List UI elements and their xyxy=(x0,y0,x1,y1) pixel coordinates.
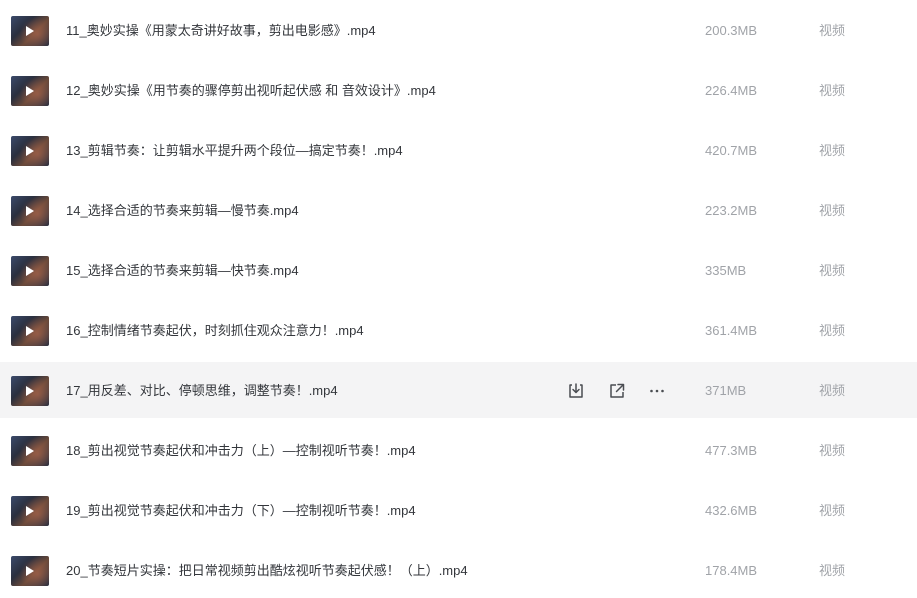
file-name[interactable]: 16_控制情绪节奏起伏，时刻抓住观众注意力！.mp4 xyxy=(66,302,364,360)
file-name[interactable]: 14_选择合适的节奏来剪辑—慢节奏.mp4 xyxy=(66,182,299,240)
file-name[interactable]: 11_奥妙实操《用蒙太奇讲好故事，剪出电影感》.mp4 xyxy=(66,2,376,60)
file-type: 视频 xyxy=(819,23,846,38)
play-icon xyxy=(26,386,34,396)
play-icon xyxy=(26,326,34,336)
file-row[interactable]: 13_剪辑节奏：让剪辑水平提升两个段位—搞定节奏！.mp4 420.7MB 视频 xyxy=(0,122,917,178)
file-row[interactable]: 12_奥妙实操《用节奏的骤停剪出视听起伏感 和 音效设计》.mp4 226.4M… xyxy=(0,62,917,118)
play-icon xyxy=(26,86,34,96)
file-type: 视频 xyxy=(819,563,846,578)
file-size: 335MB xyxy=(705,263,747,278)
share-icon[interactable] xyxy=(607,381,627,401)
file-size: 223.2MB xyxy=(705,203,758,218)
file-type: 视频 xyxy=(819,503,846,518)
file-row[interactable]: 20_节奏短片实操：把日常视频剪出酷炫视听节奏起伏感！（上）.mp4 178.4… xyxy=(0,542,917,598)
play-icon xyxy=(26,146,34,156)
video-thumbnail[interactable] xyxy=(11,496,49,526)
file-type: 视频 xyxy=(819,443,846,458)
file-row[interactable]: 15_选择合适的节奏来剪辑—快节奏.mp4 335MB 视频 xyxy=(0,242,917,298)
file-name[interactable]: 19_剪出视觉节奏起伏和冲击力（下）—控制视听节奏！.mp4 xyxy=(66,482,416,540)
play-icon xyxy=(26,206,34,216)
file-type: 视频 xyxy=(819,203,846,218)
file-size: 178.4MB xyxy=(705,563,758,578)
play-icon xyxy=(26,266,34,276)
file-row[interactable]: 11_奥妙实操《用蒙太奇讲好故事，剪出电影感》.mp4 200.3MB 视频 xyxy=(0,2,917,58)
file-type: 视频 xyxy=(819,323,846,338)
video-thumbnail[interactable] xyxy=(11,376,49,406)
play-icon xyxy=(26,26,34,36)
file-name[interactable]: 13_剪辑节奏：让剪辑水平提升两个段位—搞定节奏！.mp4 xyxy=(66,122,403,180)
video-thumbnail[interactable] xyxy=(11,196,49,226)
file-size: 361.4MB xyxy=(705,323,758,338)
play-icon xyxy=(26,506,34,516)
video-thumbnail[interactable] xyxy=(11,16,49,46)
file-name[interactable]: 20_节奏短片实操：把日常视频剪出酷炫视听节奏起伏感！（上）.mp4 xyxy=(66,542,468,598)
file-name[interactable]: 15_选择合适的节奏来剪辑—快节奏.mp4 xyxy=(66,242,299,300)
video-thumbnail[interactable] xyxy=(11,436,49,466)
video-thumbnail[interactable] xyxy=(11,256,49,286)
file-size: 477.3MB xyxy=(705,443,758,458)
more-icon[interactable] xyxy=(647,381,667,401)
video-thumbnail[interactable] xyxy=(11,136,49,166)
file-size: 371MB xyxy=(705,383,747,398)
file-name[interactable]: 17_用反差、对比、停顿思维，调整节奏！.mp4 xyxy=(66,362,338,420)
video-thumbnail[interactable] xyxy=(11,76,49,106)
file-name[interactable]: 18_剪出视觉节奏起伏和冲击力（上）—控制视听节奏！.mp4 xyxy=(66,422,416,480)
file-row[interactable]: 16_控制情绪节奏起伏，时刻抓住观众注意力！.mp4 361.4MB 视频 xyxy=(0,302,917,358)
file-list: 11_奥妙实操《用蒙太奇讲好故事，剪出电影感》.mp4 200.3MB 视频 1… xyxy=(0,0,917,598)
play-icon xyxy=(26,566,34,576)
file-size: 226.4MB xyxy=(705,83,758,98)
play-icon xyxy=(26,446,34,456)
file-type: 视频 xyxy=(819,83,846,98)
file-type: 视频 xyxy=(819,143,846,158)
file-name[interactable]: 12_奥妙实操《用节奏的骤停剪出视听起伏感 和 音效设计》.mp4 xyxy=(66,62,436,120)
file-size: 432.6MB xyxy=(705,503,758,518)
video-thumbnail[interactable] xyxy=(11,316,49,346)
file-row[interactable]: 18_剪出视觉节奏起伏和冲击力（上）—控制视听节奏！.mp4 477.3MB 视… xyxy=(0,422,917,478)
file-size: 420.7MB xyxy=(705,143,758,158)
file-row[interactable]: 14_选择合适的节奏来剪辑—慢节奏.mp4 223.2MB 视频 xyxy=(0,182,917,238)
video-thumbnail[interactable] xyxy=(11,556,49,586)
download-icon[interactable] xyxy=(566,381,586,401)
file-row[interactable]: 19_剪出视觉节奏起伏和冲击力（下）—控制视听节奏！.mp4 432.6MB 视… xyxy=(0,482,917,538)
file-row-hovered[interactable]: 17_用反差、对比、停顿思维，调整节奏！.mp4 371MB 视频 xyxy=(0,362,917,418)
file-type: 视频 xyxy=(819,263,846,278)
file-type: 视频 xyxy=(819,383,846,398)
file-size: 200.3MB xyxy=(705,23,758,38)
